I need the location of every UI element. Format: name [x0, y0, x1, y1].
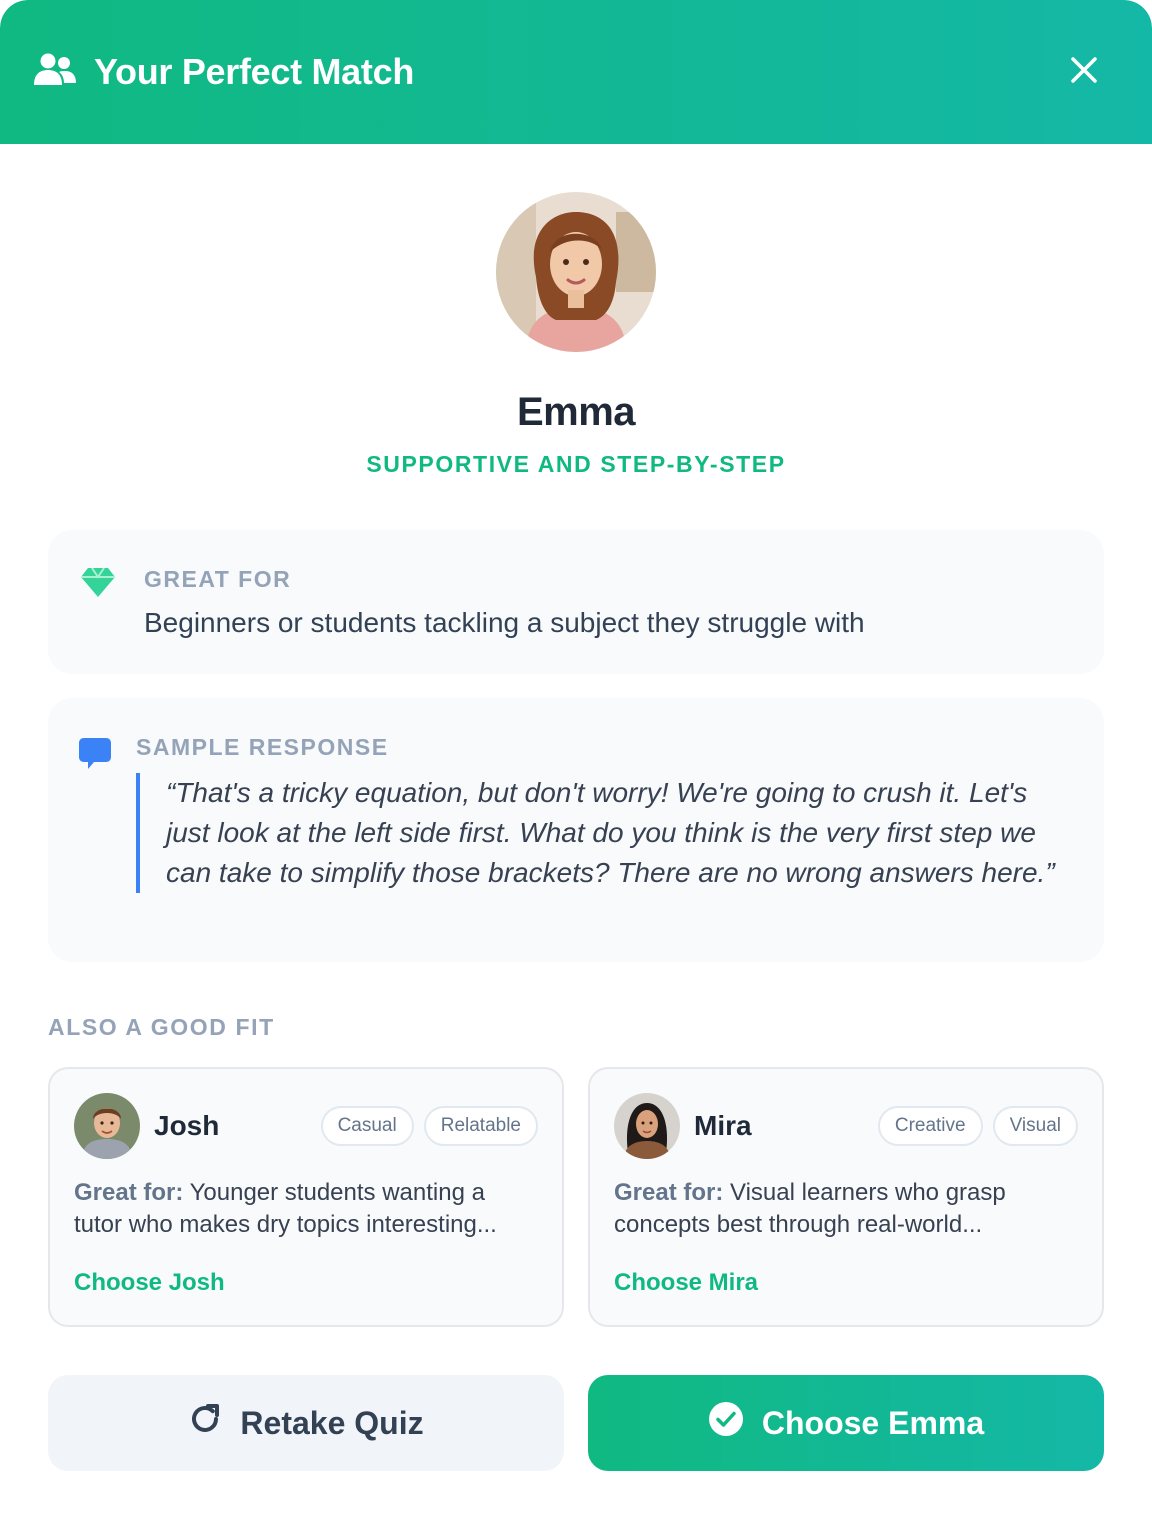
modal-title: Your Perfect Match [94, 51, 415, 92]
tag: Relatable [423, 1106, 538, 1146]
tag: Casual [320, 1106, 414, 1146]
match-modal: Your Perfect Match Emma SUPPORTIVE AND S… [0, 0, 1152, 1516]
great-for-prefix: Great for: [614, 1179, 724, 1206]
great-for-body: GREAT FOR Beginners or students tackling… [144, 562, 865, 674]
great-for-prefix: Great for: [74, 1179, 184, 1206]
tutor-style: SUPPORTIVE AND STEP-BY-STEP [366, 451, 786, 477]
modal-header: Your Perfect Match [0, 0, 1152, 144]
alt-tutor-description: Great for: Visual learners who grasp con… [614, 1177, 1078, 1241]
tag: Visual [992, 1106, 1078, 1146]
alt-tutor-name: Josh [154, 1110, 220, 1141]
users-icon [34, 52, 76, 93]
tag-list: Casual Relatable [320, 1106, 538, 1146]
alt-tutor-card-mira[interactable]: Mira Creative Visual Great for: Visual l… [588, 1067, 1104, 1327]
also-good-fit-label: ALSO A GOOD FIT [48, 1014, 275, 1040]
tutor-name: Emma [516, 390, 636, 434]
sample-response-label: SAMPLE RESPONSE [136, 734, 389, 760]
sample-quote: “That's a tricky equation, but don't wor… [136, 773, 1072, 893]
close-button[interactable] [1064, 52, 1104, 92]
sample-response-card: SAMPLE RESPONSE “That's a tricky equatio… [48, 698, 1104, 962]
great-for-label: GREAT FOR [144, 566, 292, 592]
retake-label: Retake Quiz [240, 1404, 424, 1441]
alt-tutor-description: Great for: Younger students wanting a tu… [74, 1177, 538, 1241]
alt-tutor-name: Mira [694, 1110, 752, 1141]
great-for-card: GREAT FOR Beginners or students tackling… [48, 530, 1104, 674]
great-for-text: Beginners or students tackling a subject… [144, 607, 865, 638]
avatar [496, 192, 656, 352]
alt-card-header: Josh Casual Relatable [74, 1093, 538, 1159]
close-icon [1070, 56, 1098, 89]
action-row: Retake Quiz Choose Emma [48, 1375, 1104, 1471]
choose-label: Choose Emma [761, 1404, 985, 1441]
chat-bubble-icon [78, 736, 112, 962]
choose-josh-link[interactable]: Choose Josh [74, 1269, 225, 1297]
check-circle-icon [708, 1401, 744, 1445]
alt-tutors: Josh Casual Relatable Great for: Younger… [48, 1067, 1104, 1327]
tag: Creative [877, 1106, 983, 1146]
avatar [614, 1093, 680, 1159]
retake-quiz-button[interactable]: Retake Quiz [48, 1375, 564, 1471]
sample-body: SAMPLE RESPONSE “That's a tricky equatio… [136, 730, 1072, 962]
avatar [74, 1093, 140, 1159]
gem-icon [80, 566, 116, 674]
alt-card-header: Mira Creative Visual [614, 1093, 1078, 1159]
alt-tutor-card-josh[interactable]: Josh Casual Relatable Great for: Younger… [48, 1067, 564, 1327]
tag-list: Creative Visual [877, 1106, 1078, 1146]
choose-mira-link[interactable]: Choose Mira [614, 1269, 758, 1297]
modal-content: Emma SUPPORTIVE AND STEP-BY-STEP GREAT F… [0, 144, 1152, 1471]
refresh-icon [188, 1402, 222, 1444]
header-left: Your Perfect Match [34, 51, 414, 93]
choose-emma-button[interactable]: Choose Emma [588, 1375, 1104, 1471]
match-hero: Emma SUPPORTIVE AND STEP-BY-STEP [48, 192, 1104, 478]
